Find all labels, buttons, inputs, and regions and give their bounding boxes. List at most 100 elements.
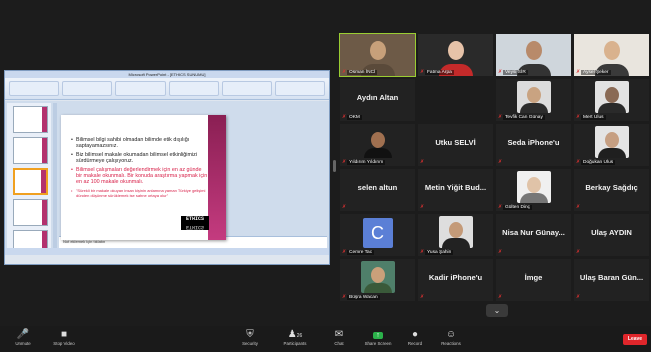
participant-tile[interactable]: ✗ Aysel Şeker <box>574 34 649 76</box>
participant-tile[interactable]: ✗ Büşra Wacan <box>340 259 415 301</box>
share-gallery-divider[interactable] <box>331 32 339 302</box>
slide-thumbnail <box>13 137 48 164</box>
participant-display-name: Kadir iPhone'u <box>428 273 483 282</box>
participant-tile[interactable]: Aydın Altan ✗ OKM <box>340 79 415 121</box>
slide-thumbnail <box>13 199 48 226</box>
microphone-muted-icon: ✗ <box>342 294 347 300</box>
leave-button[interactable]: Leave <box>623 334 647 345</box>
record-button[interactable]: ● Record <box>402 328 428 346</box>
share-screen-icon: ↑ <box>360 328 396 341</box>
participant-profile-picture <box>594 126 629 158</box>
participant-display-name: Ulaş AYDIN <box>591 228 632 237</box>
participants-button[interactable]: ♟26 Participants <box>278 328 312 346</box>
participant-tile[interactable]: ✗ Fatma Arpa <box>418 34 493 76</box>
ribbon-group <box>115 81 166 96</box>
participant-avatar: C <box>362 218 393 248</box>
participant-tile[interactable]: Nisa Nur Günay... ✗ <box>496 214 571 256</box>
gallery-page-down-button[interactable]: ⌄ <box>486 304 508 317</box>
participant-tile[interactable]: İmge ✗ <box>496 259 571 301</box>
participant-tile[interactable]: ✗ Tevfik Can Günay <box>496 79 571 121</box>
participant-profile-picture <box>360 126 395 158</box>
security-button[interactable]: ⛨ Security <box>236 328 264 346</box>
microphone-muted-icon: ✗ <box>498 114 503 120</box>
unmute-button[interactable]: 🎤 Unmute <box>10 328 36 346</box>
slide-thumbnails <box>7 103 51 253</box>
participant-head <box>603 41 620 60</box>
participant-name-label: Gülten Dinç <box>503 205 533 210</box>
ribbon-group <box>9 81 60 96</box>
shared-screen[interactable]: Microsoft PowerPoint - [ETHICS SUNUMU] N… <box>4 70 330 265</box>
reactions-button[interactable]: ☺ Reactions <box>436 328 466 346</box>
participant-tile[interactable]: ✗ Yusa Şahin <box>418 214 493 256</box>
participant-tile[interactable]: Seda iPhone'u ✗ <box>496 124 571 166</box>
slide-bullets: Bilimsel bilgi sahibi olmadan bilimde et… <box>71 137 209 200</box>
participant-tile[interactable]: Utku SELVİ ✗ <box>418 124 493 166</box>
participant-profile-picture <box>516 171 551 203</box>
share-screen-button[interactable]: ↑ Share Screen <box>360 328 396 346</box>
chat-button[interactable]: ✉ Chat <box>326 328 352 346</box>
microphone-muted-icon: ✗ <box>420 204 425 210</box>
participant-tile[interactable]: Metin Yiğit Bud... ✗ <box>418 169 493 211</box>
participant-tile[interactable]: ✗ Veysi SİR <box>496 34 571 76</box>
participant-profile-picture <box>438 216 473 248</box>
participant-profile-picture <box>594 81 629 113</box>
slide-bullet: "Sürekli bir makale okuyan insan kişinin… <box>71 188 209 198</box>
participant-tile[interactable]: ✗ Doğukan Ulus <box>574 124 649 166</box>
chat-bubble-icon: ✉ <box>334 329 344 340</box>
participant-display-name: Ulaş Baran Gün... <box>579 273 644 282</box>
participant-gallery: ✗ Osman İNCİ ✗ Fatma Arpa ✗ Veysi SİR ✗ Aysel Ş… <box>339 33 649 304</box>
microphone-muted-icon: ✗ <box>498 294 503 300</box>
participant-tile[interactable]: C ✗ Cemre Tac <box>340 214 415 256</box>
participant-tile[interactable]: Ulaş AYDIN ✗ <box>574 214 649 256</box>
microphone-muted-icon: ✗ <box>342 204 347 210</box>
microphone-muted-icon: ✗ <box>342 159 347 165</box>
pane-splitter <box>53 103 57 253</box>
powerpoint-status-bar <box>5 248 329 255</box>
record-icon: ● <box>411 329 419 340</box>
participant-profile-picture <box>360 261 395 293</box>
microphone-muted-icon: ✗ <box>342 249 347 255</box>
participant-tile[interactable]: Kadir iPhone'u ✗ <box>418 259 493 301</box>
ribbon-group <box>168 81 219 96</box>
participant-tile[interactable]: Ulaş Baran Gün... ✗ <box>574 259 649 301</box>
participant-tile[interactable]: ✗ Osman İNCİ <box>339 33 416 77</box>
microphone-muted-icon: ✗ <box>420 294 425 300</box>
participant-name-label: OKM <box>347 115 362 120</box>
security-label: Security <box>242 341 258 346</box>
participant-name-label: Osman İNCİ <box>347 70 378 75</box>
participants-count: 26 <box>296 333 303 339</box>
participant-tile[interactable]: ✗ Yıldırım Yıldırım <box>340 124 415 166</box>
participant-tile[interactable]: ✗ Mert Ulus <box>574 79 649 121</box>
participant-tile[interactable]: selen altun ✗ <box>340 169 415 211</box>
ethics-logo: ETHICS ETHICS <box>181 216 209 230</box>
participant-tile[interactable]: Berkay Sağdıç ✗ <box>574 169 649 211</box>
ethics-logo-text: ETHICS <box>185 216 204 222</box>
participant-display-name: Utku SELVİ <box>435 138 476 147</box>
powerpoint-title-bar: Microsoft PowerPoint - [ETHICS SUNUMU] <box>5 71 329 78</box>
participants-icon: ♟26 <box>287 329 303 340</box>
microphone-muted-icon: ✗ <box>498 249 503 255</box>
microphone-muted-icon: ✗ <box>420 69 425 75</box>
participant-head <box>604 87 619 103</box>
participant-head <box>370 132 385 148</box>
participant-display-name: Berkay Sağdıç <box>585 183 638 192</box>
microphone-muted-icon: ✗ <box>420 159 425 165</box>
slide-bullet: Bilimsel çalışmaları değerlendirmek için… <box>71 167 209 186</box>
microphone-muted-icon: ✗ <box>576 159 581 165</box>
participant-head <box>448 222 463 238</box>
stop-video-button[interactable]: ■ Stop Video <box>48 328 80 346</box>
microphone-muted-icon: ✗ <box>576 69 581 75</box>
participant-name-label: Aysel Şeker <box>581 70 611 75</box>
participant-name-label: Fatma Arpa <box>425 70 454 75</box>
meeting-toolbar: 🎤 Unmute ■ Stop Video ⛨ Security ♟26 Par… <box>0 326 651 352</box>
record-label: Record <box>407 341 423 346</box>
drag-handle-icon[interactable] <box>333 160 336 172</box>
participant-name-label: Yusa Şahin <box>425 250 454 255</box>
chevron-down-icon: ⌄ <box>493 306 501 315</box>
participant-name-label: Büşra Wacan <box>347 295 380 300</box>
participant-head <box>369 41 386 60</box>
participant-tile[interactable]: ✗ Gülten Dinç <box>496 169 571 211</box>
participant-profile-picture <box>516 81 551 113</box>
slide-color-band <box>208 115 226 240</box>
participant-display-name: selen altun <box>357 183 398 192</box>
